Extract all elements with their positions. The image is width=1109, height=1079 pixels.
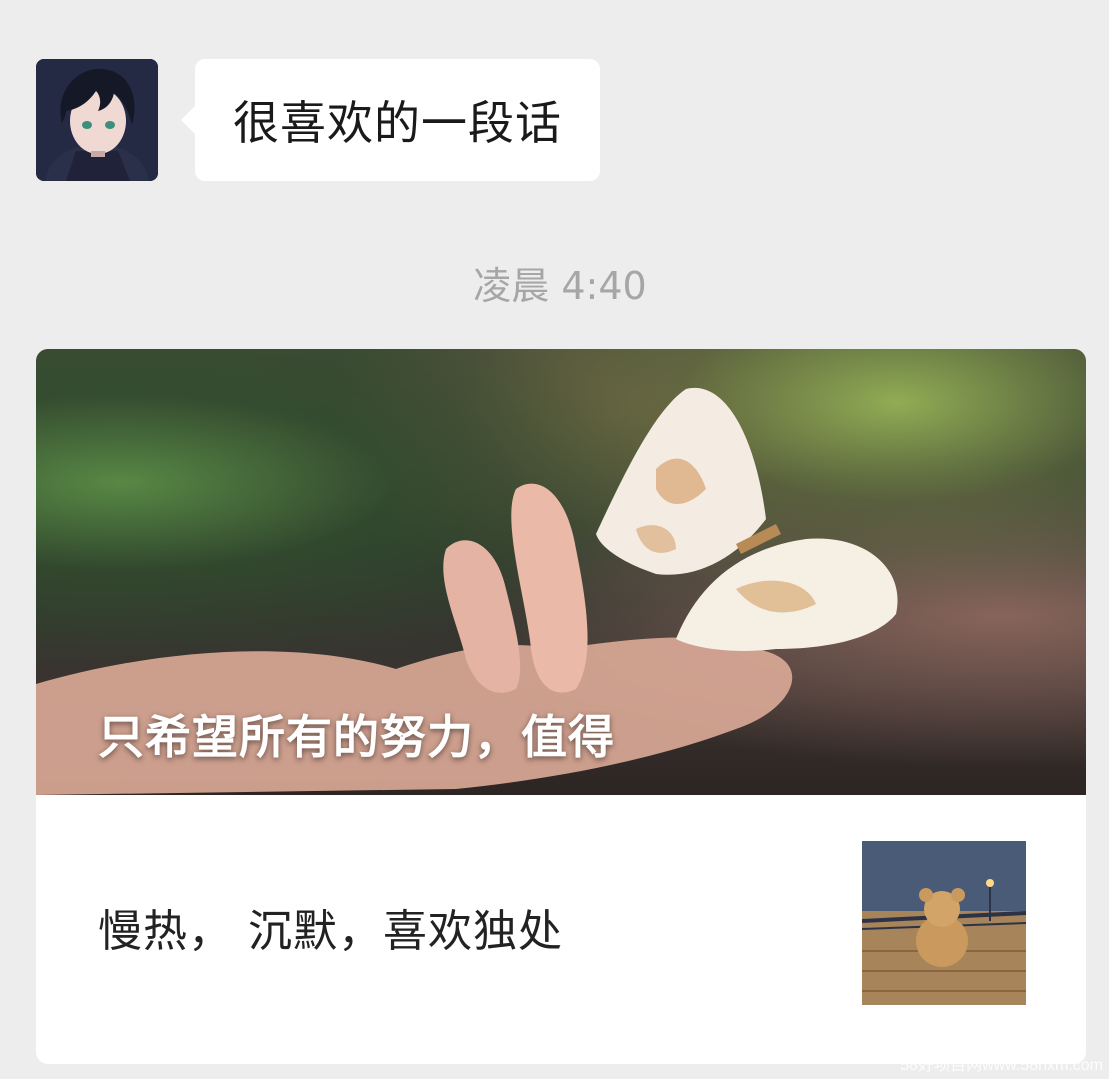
anime-avatar-icon: [36, 59, 158, 181]
article-card-body: 慢热， 沉默，喜欢独处: [36, 795, 1086, 1064]
chat-view: 很喜欢的一段话 凌晨 4:40 只希望所有的努力，值得 慢热， 沉默，喜欢独处 …: [0, 0, 1109, 1079]
article-cover-title: 只希望所有的努力，值得: [98, 710, 615, 764]
watermark-text: 58好项目网www.58hxm.com: [900, 1057, 1103, 1074]
message-timestamp: 凌晨 4:40: [473, 264, 647, 308]
message-text: 很喜欢的一段话: [233, 96, 562, 150]
sender-avatar[interactable]: [36, 59, 158, 181]
article-summary: 慢热， 沉默，喜欢独处: [98, 906, 563, 957]
article-thumbnail: [862, 841, 1026, 1005]
teddy-bear-on-pier-image: [862, 841, 1026, 1005]
article-card[interactable]: 只希望所有的努力，值得 慢热， 沉默，喜欢独处: [36, 349, 1086, 1064]
incoming-message-bubble[interactable]: 很喜欢的一段话: [181, 59, 600, 181]
article-cover-image: 只希望所有的努力，值得: [36, 349, 1086, 795]
